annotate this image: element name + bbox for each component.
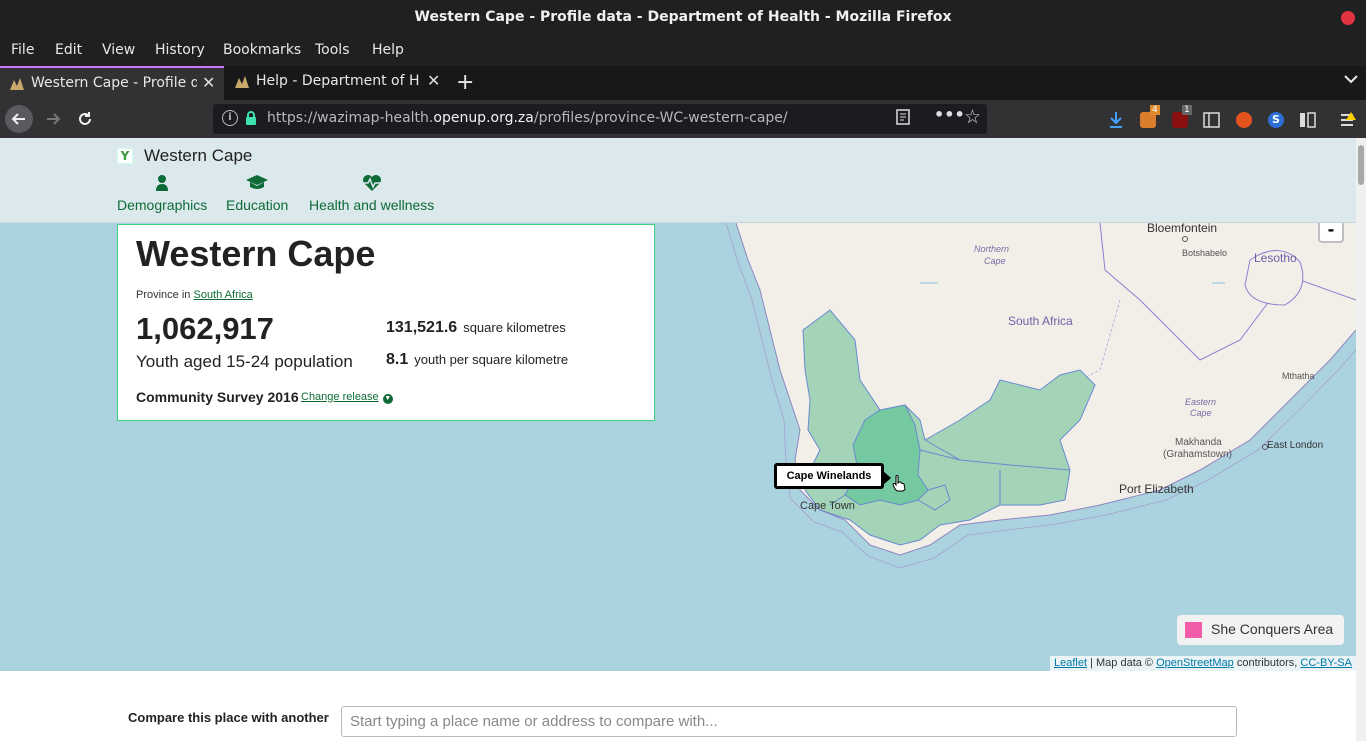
addon-badge: 4 bbox=[1150, 105, 1160, 115]
extension-s-icon[interactable]: S bbox=[1268, 112, 1284, 128]
tab-close-icon[interactable]: ✕ bbox=[202, 73, 215, 92]
back-arrow-icon[interactable] bbox=[5, 105, 33, 133]
survey-name: Community Survey 2016 bbox=[136, 389, 299, 405]
reload-icon[interactable] bbox=[71, 105, 99, 133]
zoom-out-button[interactable]: - bbox=[1318, 222, 1344, 243]
map-label-botshabelo: Botshabelo bbox=[1182, 248, 1228, 258]
scrollbar-thumb[interactable] bbox=[1358, 145, 1364, 185]
map-label-port-elizabeth: Port Elizabeth bbox=[1119, 482, 1194, 496]
attribution-mapdata: | Map data © bbox=[1090, 657, 1154, 669]
hamburger-menu-icon[interactable] bbox=[1339, 111, 1357, 129]
compare-label: Compare this place with another bbox=[128, 710, 329, 725]
new-tab-icon[interactable]: + bbox=[456, 70, 474, 95]
map-label-makhanda-2: (Grahamstown) bbox=[1163, 449, 1232, 460]
province-prefix: Province in bbox=[136, 289, 191, 301]
license-link[interactable]: CC-BY-SA bbox=[1300, 657, 1352, 669]
map-attribution: Leaflet | Map data © OpenStreetMap contr… bbox=[1050, 656, 1356, 671]
hand-cursor-icon bbox=[892, 475, 906, 492]
navigation-toolbar: i https://wazimap-health.openup.org.za/p… bbox=[0, 100, 1366, 138]
map-label-eastern-cape-2: Cape bbox=[1190, 408, 1212, 418]
person-icon bbox=[156, 175, 169, 191]
page-scrollbar[interactable] bbox=[1356, 138, 1366, 741]
chevron-down-icon: ▼ bbox=[382, 394, 393, 404]
page-actions-icon[interactable]: ••• bbox=[934, 105, 965, 124]
site-logo[interactable]: Y bbox=[117, 148, 133, 164]
favicon-icon bbox=[10, 78, 24, 90]
nav-education-label: Education bbox=[226, 197, 289, 213]
window-titlebar: Western Cape - Profile data - Department… bbox=[0, 0, 1366, 36]
osm-link[interactable]: OpenStreetMap bbox=[1156, 657, 1234, 669]
forward-arrow-icon[interactable] bbox=[39, 105, 67, 133]
area-value: 131,521.6 bbox=[386, 319, 458, 336]
tab-list-chevron-icon[interactable] bbox=[1344, 72, 1358, 88]
map-label-east-london: East London bbox=[1267, 440, 1324, 451]
lock-icon bbox=[246, 111, 256, 125]
nav-demographics[interactable]: Demographics bbox=[117, 174, 207, 213]
menu-tools[interactable]: Tools bbox=[315, 42, 350, 58]
tab-bar: Western Cape - Profile da ✕ Help - Depar… bbox=[0, 66, 1366, 100]
tab-label: Help - Department of Hea bbox=[256, 73, 419, 89]
extension-fox-icon[interactable] bbox=[1236, 112, 1252, 128]
area-unit: square kilometres bbox=[463, 320, 566, 335]
map-legend: She Conquers Area bbox=[1177, 615, 1344, 645]
country-link[interactable]: South Africa bbox=[193, 289, 252, 301]
nav-education[interactable]: Education bbox=[226, 174, 288, 213]
province-line: Province in South Africa bbox=[136, 289, 253, 301]
map-label-lesotho: Lesotho bbox=[1254, 251, 1297, 265]
map-label-eastern-cape-1: Eastern bbox=[1185, 397, 1217, 407]
menu-help[interactable]: Help bbox=[372, 42, 404, 58]
graduation-cap-icon bbox=[246, 175, 269, 189]
map-label-northern-cape-1: Northern bbox=[974, 244, 1010, 254]
population-value: 1,062,917 bbox=[136, 311, 274, 346]
map-label-cape-town: Cape Town bbox=[800, 500, 855, 512]
map-label-south-africa: South Africa bbox=[1008, 314, 1073, 328]
menu-bookmarks[interactable]: Bookmarks bbox=[223, 42, 301, 58]
population-label: Youth aged 15-24 population bbox=[136, 352, 353, 371]
leaflet-link[interactable]: Leaflet bbox=[1054, 657, 1087, 669]
sidebar-icon[interactable] bbox=[1203, 112, 1220, 128]
bookmark-star-icon[interactable]: ☆ bbox=[964, 106, 981, 128]
menu-edit[interactable]: Edit bbox=[55, 42, 82, 58]
window-close-button[interactable] bbox=[1341, 11, 1355, 25]
profile-summary-card: Western Cape Province in South Africa 1,… bbox=[117, 224, 655, 421]
map-label-makhanda-1: Makhanda bbox=[1175, 437, 1222, 448]
density-unit: youth per square kilometre bbox=[414, 352, 569, 367]
ublock-badge: 1 bbox=[1182, 105, 1192, 115]
map-tooltip: Cape Winelands bbox=[774, 463, 891, 489]
header-place-name[interactable]: Western Cape bbox=[144, 146, 252, 166]
url-bar[interactable]: i https://wazimap-health.openup.org.za/p… bbox=[213, 104, 987, 134]
menu-history[interactable]: History bbox=[155, 42, 205, 58]
url-text: https://wazimap-health.openup.org.za/pro… bbox=[267, 110, 788, 126]
library-icon[interactable] bbox=[1299, 112, 1316, 128]
map-label-mthatha: Mthatha bbox=[1282, 371, 1315, 381]
tab-western-cape[interactable]: Western Cape - Profile da ✕ bbox=[0, 66, 224, 100]
legend-label: She Conquers Area bbox=[1211, 621, 1334, 637]
reader-view-icon[interactable] bbox=[896, 109, 910, 129]
map-label-northern-cape-2: Cape bbox=[984, 256, 1006, 266]
menu-bar: File Edit View History Bookmarks Tools H… bbox=[0, 36, 1366, 66]
profile-title: Western Cape bbox=[136, 233, 376, 274]
change-release-link[interactable]: Change release ▼ bbox=[301, 391, 393, 404]
site-info-icon[interactable]: i bbox=[222, 110, 238, 126]
tab-help[interactable]: Help - Department of Hea ✕ bbox=[225, 66, 447, 100]
density-stat: 8.1 youth per square kilometre bbox=[386, 351, 568, 369]
favicon-icon bbox=[235, 76, 249, 88]
nav-demographics-label: Demographics bbox=[117, 197, 208, 213]
compare-search-input[interactable] bbox=[341, 706, 1237, 737]
nav-health-label: Health and wellness bbox=[309, 197, 435, 213]
map-label-bloemfontein: Bloemfontein bbox=[1147, 223, 1218, 235]
attribution-contributors: contributors, bbox=[1236, 657, 1298, 669]
legend-swatch bbox=[1185, 622, 1202, 638]
heartbeat-icon bbox=[362, 175, 381, 191]
window-title: Western Cape - Profile data - Department… bbox=[414, 9, 952, 25]
area-stat: 131,521.6 square kilometres bbox=[386, 319, 566, 337]
nav-health-and-wellness[interactable]: Health and wellness bbox=[309, 174, 434, 213]
site-header: Y Western Cape Demographics Education He… bbox=[0, 138, 1356, 223]
tab-label: Western Cape - Profile da bbox=[31, 75, 197, 91]
menu-file[interactable]: File bbox=[11, 42, 34, 58]
menu-view[interactable]: View bbox=[102, 42, 135, 58]
density-value: 8.1 bbox=[386, 351, 409, 368]
download-icon[interactable] bbox=[1108, 111, 1124, 129]
tab-close-icon[interactable]: ✕ bbox=[427, 71, 440, 90]
